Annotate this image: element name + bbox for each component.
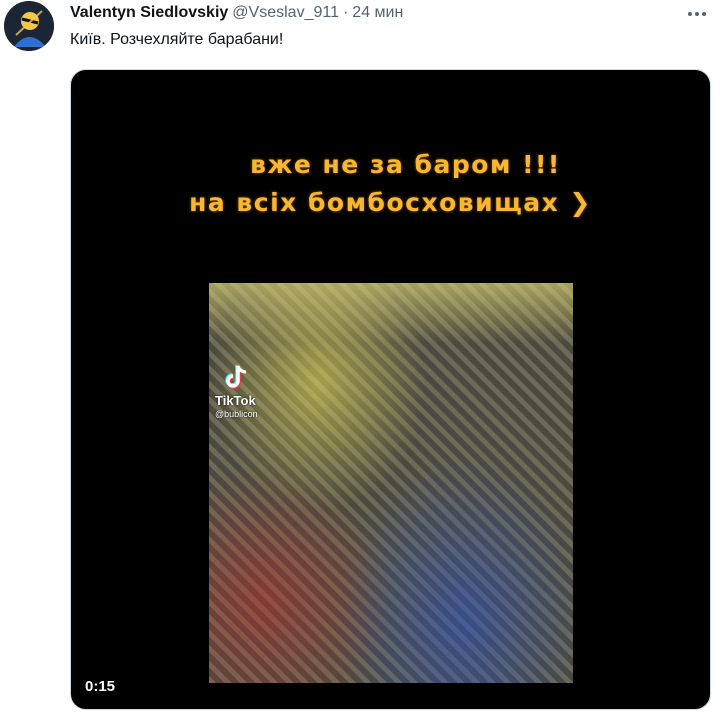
author-avatar[interactable] [4,1,54,51]
tweet-header: Valentyn Siedlovskiy @Vseslav_911 · 24 м… [70,4,682,26]
tiktok-logo-icon [225,365,247,389]
author-handle[interactable]: @Vseslav_911 [232,4,339,22]
video-caption-line-2: на всіх бомбосховищах ❯ [189,188,592,217]
more-horizontal-icon [688,12,706,16]
tiktok-watermark: TikTok [215,393,256,408]
tiktok-username: @bublicon [215,409,258,419]
video-player[interactable]: вже не за баром !!! на всіх бомбосховища… [70,69,711,710]
tweet-timestamp[interactable]: 24 мин [352,4,403,22]
separator-dot: · [342,4,349,21]
author-name[interactable]: Valentyn Siedlovskiy [70,4,228,22]
video-frame: TikTok @bublicon [209,283,573,683]
avatar-image [4,1,54,51]
tweet-text: Київ. Розчехляйте барабани! [70,31,284,48]
video-caption-line-1: вже не за баром !!! [250,150,561,179]
stage-lights [209,283,573,343]
video-duration: 0:15 [85,678,116,695]
more-options-button[interactable] [682,4,712,24]
